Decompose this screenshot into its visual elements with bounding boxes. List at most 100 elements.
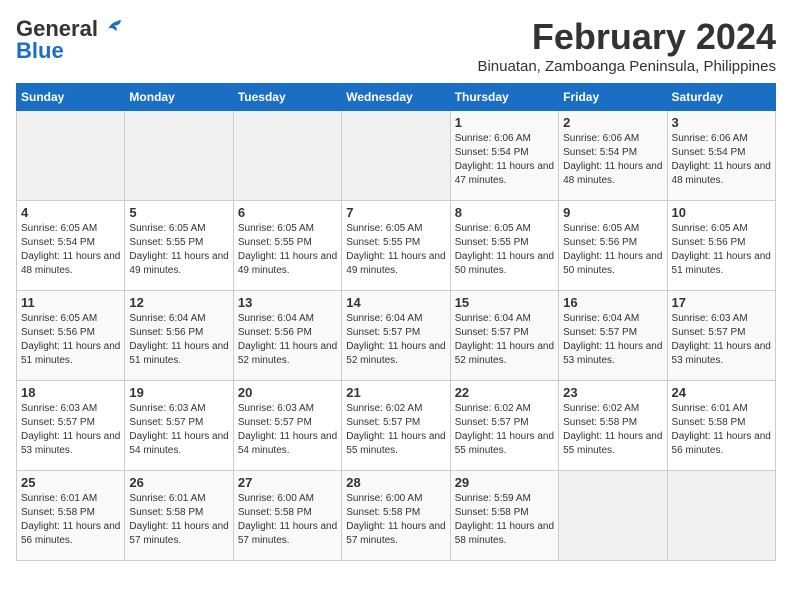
day-cell: 19 Sunrise: 6:03 AM Sunset: 5:57 PM Dayli… <box>125 381 233 471</box>
page-header: General Blue February 2024 Binuatan, Zam… <box>16 16 776 75</box>
day-cell: 25 Sunrise: 6:01 AM Sunset: 5:58 PM Dayli… <box>17 471 125 561</box>
day-cell: 27 Sunrise: 6:00 AM Sunset: 5:58 PM Dayli… <box>233 471 341 561</box>
week-row-3: 11 Sunrise: 6:05 AM Sunset: 5:56 PM Dayli… <box>17 291 776 381</box>
day-cell: 20Sunrise: 6:03 AM Sunset: 5:57 PM Dayli… <box>233 381 341 471</box>
header-sunday: Sunday <box>17 84 125 111</box>
day-number: 20 <box>238 385 337 400</box>
day-cell <box>233 111 341 201</box>
header-row: SundayMondayTuesdayWednesdayThursdayFrid… <box>17 84 776 111</box>
day-info: Sunrise: 6:06 AM Sunset: 5:54 PM Dayligh… <box>455 132 554 188</box>
day-info: Sunrise: 6:05 AM Sunset: 5:55 PM Dayligh… <box>129 222 228 278</box>
week-row-1: 1 Sunrise: 6:06 AM Sunset: 5:54 PM Daylig… <box>17 111 776 201</box>
day-number: 12 <box>129 295 228 310</box>
day-cell: 3 Sunrise: 6:06 AM Sunset: 5:54 PM Daylig… <box>667 111 775 201</box>
day-cell: 24 Sunrise: 6:01 AM Sunset: 5:58 PM Dayli… <box>667 381 775 471</box>
day-cell: 22 Sunrise: 6:02 AM Sunset: 5:57 PM Dayli… <box>450 381 558 471</box>
location-subtitle: Binuatan, Zamboanga Peninsula, Philippin… <box>477 58 776 75</box>
day-info: Sunrise: 6:05 AM Sunset: 5:56 PM Dayligh… <box>563 222 662 278</box>
day-number: 25 <box>21 475 120 490</box>
day-cell: 1 Sunrise: 6:06 AM Sunset: 5:54 PM Daylig… <box>450 111 558 201</box>
day-info: Sunrise: 6:05 AM Sunset: 5:56 PM Dayligh… <box>21 312 120 368</box>
day-info: Sunrise: 6:02 AM Sunset: 5:57 PM Dayligh… <box>346 402 445 458</box>
day-number: 13 <box>238 295 337 310</box>
day-info: Sunrise: 6:05 AM Sunset: 5:55 PM Dayligh… <box>346 222 445 278</box>
day-number: 28 <box>346 475 445 490</box>
day-cell: 13Sunrise: 6:04 AM Sunset: 5:56 PM Dayli… <box>233 291 341 381</box>
header-thursday: Thursday <box>450 84 558 111</box>
day-cell: 6Sunrise: 6:05 AM Sunset: 5:55 PM Daylig… <box>233 201 341 291</box>
day-number: 26 <box>129 475 228 490</box>
day-cell <box>125 111 233 201</box>
day-number: 29 <box>455 475 554 490</box>
day-cell: 8Sunrise: 6:05 AM Sunset: 5:55 PM Daylig… <box>450 201 558 291</box>
day-info: Sunrise: 6:02 AM Sunset: 5:58 PM Dayligh… <box>563 402 662 458</box>
day-number: 3 <box>672 115 771 130</box>
header-monday: Monday <box>125 84 233 111</box>
day-cell: 26Sunrise: 6:01 AM Sunset: 5:58 PM Dayli… <box>125 471 233 561</box>
header-friday: Friday <box>559 84 667 111</box>
week-row-2: 4Sunrise: 6:05 AM Sunset: 5:54 PM Daylig… <box>17 201 776 291</box>
day-info: Sunrise: 6:04 AM Sunset: 5:57 PM Dayligh… <box>346 312 445 368</box>
week-row-4: 18 Sunrise: 6:03 AM Sunset: 5:57 PM Dayli… <box>17 381 776 471</box>
logo: General Blue <box>16 16 122 64</box>
day-info: Sunrise: 6:04 AM Sunset: 5:56 PM Dayligh… <box>129 312 228 368</box>
day-info: Sunrise: 5:59 AM Sunset: 5:58 PM Dayligh… <box>455 492 554 548</box>
day-number: 4 <box>21 205 120 220</box>
day-cell: 21 Sunrise: 6:02 AM Sunset: 5:57 PM Dayli… <box>342 381 450 471</box>
day-cell <box>342 111 450 201</box>
header-wednesday: Wednesday <box>342 84 450 111</box>
day-cell: 7 Sunrise: 6:05 AM Sunset: 5:55 PM Daylig… <box>342 201 450 291</box>
day-cell: 16 Sunrise: 6:04 AM Sunset: 5:57 PM Dayli… <box>559 291 667 381</box>
day-info: Sunrise: 6:06 AM Sunset: 5:54 PM Dayligh… <box>563 132 662 188</box>
day-info: Sunrise: 6:05 AM Sunset: 5:56 PM Dayligh… <box>672 222 771 278</box>
header-saturday: Saturday <box>667 84 775 111</box>
day-info: Sunrise: 6:03 AM Sunset: 5:57 PM Dayligh… <box>672 312 771 368</box>
day-info: Sunrise: 6:02 AM Sunset: 5:57 PM Dayligh… <box>455 402 554 458</box>
week-row-5: 25 Sunrise: 6:01 AM Sunset: 5:58 PM Dayli… <box>17 471 776 561</box>
day-cell: 18Sunrise: 6:03 AM Sunset: 5:57 PM Dayli… <box>17 381 125 471</box>
title-block: February 2024 Binuatan, Zamboanga Penins… <box>477 16 776 75</box>
day-number: 22 <box>455 385 554 400</box>
day-number: 6 <box>238 205 337 220</box>
day-cell: 17 Sunrise: 6:03 AM Sunset: 5:57 PM Dayli… <box>667 291 775 381</box>
day-number: 7 <box>346 205 445 220</box>
day-number: 21 <box>346 385 445 400</box>
day-cell: 10 Sunrise: 6:05 AM Sunset: 5:56 PM Dayli… <box>667 201 775 291</box>
day-number: 18 <box>21 385 120 400</box>
day-cell: 29 Sunrise: 5:59 AM Sunset: 5:58 PM Dayli… <box>450 471 558 561</box>
day-info: Sunrise: 6:04 AM Sunset: 5:57 PM Dayligh… <box>455 312 554 368</box>
day-number: 15 <box>455 295 554 310</box>
day-number: 24 <box>672 385 771 400</box>
day-info: Sunrise: 6:04 AM Sunset: 5:57 PM Dayligh… <box>563 312 662 368</box>
day-number: 9 <box>563 205 662 220</box>
day-number: 11 <box>21 295 120 310</box>
day-cell <box>559 471 667 561</box>
day-info: Sunrise: 6:01 AM Sunset: 5:58 PM Dayligh… <box>672 402 771 458</box>
day-cell: 14 Sunrise: 6:04 AM Sunset: 5:57 PM Dayli… <box>342 291 450 381</box>
header-tuesday: Tuesday <box>233 84 341 111</box>
day-number: 1 <box>455 115 554 130</box>
day-number: 16 <box>563 295 662 310</box>
day-number: 5 <box>129 205 228 220</box>
day-cell <box>667 471 775 561</box>
day-cell: 4Sunrise: 6:05 AM Sunset: 5:54 PM Daylig… <box>17 201 125 291</box>
day-number: 27 <box>238 475 337 490</box>
day-number: 23 <box>563 385 662 400</box>
day-info: Sunrise: 6:03 AM Sunset: 5:57 PM Dayligh… <box>129 402 228 458</box>
day-cell: 9 Sunrise: 6:05 AM Sunset: 5:56 PM Daylig… <box>559 201 667 291</box>
day-number: 19 <box>129 385 228 400</box>
day-number: 17 <box>672 295 771 310</box>
day-cell: 2Sunrise: 6:06 AM Sunset: 5:54 PM Daylig… <box>559 111 667 201</box>
day-cell: 12 Sunrise: 6:04 AM Sunset: 5:56 PM Dayli… <box>125 291 233 381</box>
day-info: Sunrise: 6:01 AM Sunset: 5:58 PM Dayligh… <box>21 492 120 548</box>
day-info: Sunrise: 6:00 AM Sunset: 5:58 PM Dayligh… <box>238 492 337 548</box>
day-number: 10 <box>672 205 771 220</box>
logo-bird-icon <box>100 19 122 39</box>
day-cell: 23 Sunrise: 6:02 AM Sunset: 5:58 PM Dayli… <box>559 381 667 471</box>
day-cell: 5 Sunrise: 6:05 AM Sunset: 5:55 PM Daylig… <box>125 201 233 291</box>
day-number: 14 <box>346 295 445 310</box>
day-cell <box>17 111 125 201</box>
logo-blue: Blue <box>16 38 64 64</box>
day-info: Sunrise: 6:00 AM Sunset: 5:58 PM Dayligh… <box>346 492 445 548</box>
day-info: Sunrise: 6:06 AM Sunset: 5:54 PM Dayligh… <box>672 132 771 188</box>
